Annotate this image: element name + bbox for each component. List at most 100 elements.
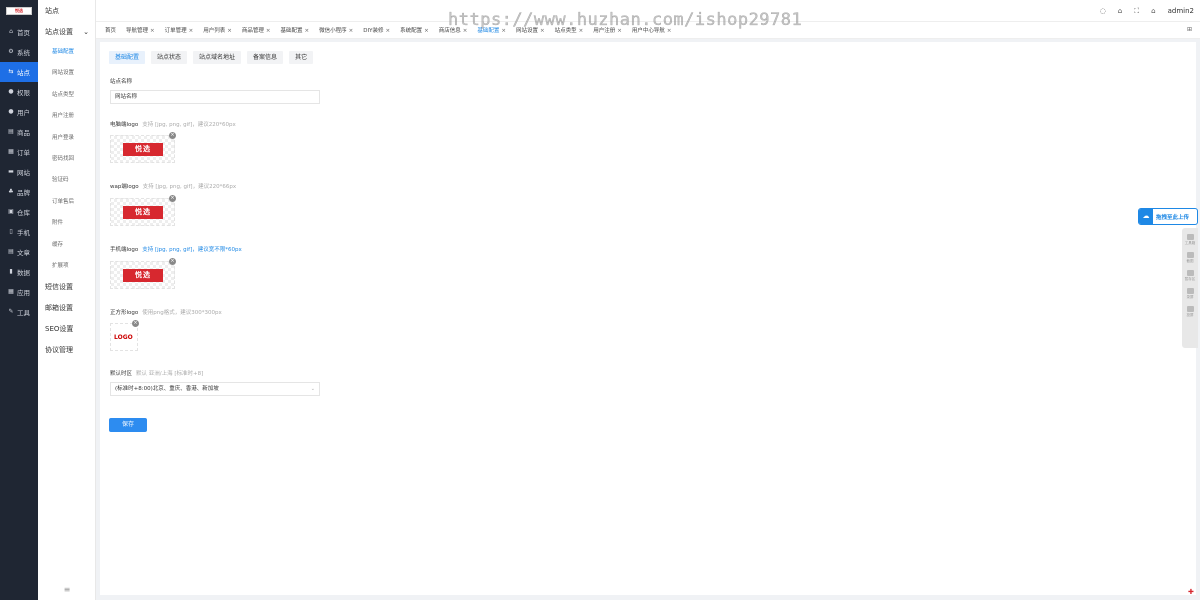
tab-7[interactable]: DIY装修 × <box>363 26 390 34</box>
side-tool-label: 工具箱 <box>1184 241 1196 245</box>
sidebar-item-12[interactable]: ▮ 数据 <box>0 262 38 282</box>
subtab-1[interactable]: 站点状态 <box>151 51 188 64</box>
submenu-leaf-10[interactable]: 扩展项 <box>38 256 95 277</box>
close-icon[interactable]: × <box>266 28 271 34</box>
timezone-hint: 默认 亚洲/上海 [标准时+8] <box>136 371 204 377</box>
home-link-icon[interactable]: ⌂ <box>1118 7 1122 15</box>
sidebar-item-10[interactable]: ▯ 手机 <box>0 222 38 242</box>
submenu-group-site-settings[interactable]: 站点设置 ⌄ <box>38 22 95 42</box>
app-logo-label-text: 手机端logo <box>110 247 139 253</box>
submenu-leaf-6[interactable]: 验证码 <box>38 170 95 191</box>
submenu-item-1[interactable]: 邮箱设置 <box>38 298 95 319</box>
submenu-item-0[interactable]: 短信设置 <box>38 277 95 298</box>
tab-5[interactable]: 基础配置 × <box>281 26 310 34</box>
tab-6[interactable]: 微信小程序 × <box>319 26 353 34</box>
app-logo-label: 手机端logo 支持 [jpg, png, gif]，建议宽不限*60px <box>110 245 242 253</box>
tab-label: 系统配置 <box>400 28 423 34</box>
app-logo-delete-icon[interactable]: × <box>169 258 176 265</box>
settings-subtabs: 基础配置 站点状态 站点域名地址 备案信息 其它 <box>109 51 314 64</box>
square-logo-delete-icon[interactable]: × <box>132 320 139 327</box>
tab-0[interactable]: 首页 <box>105 26 116 34</box>
submenu-leaf-1[interactable]: 网站设置 <box>38 63 95 84</box>
sidebar-item-4[interactable]: ● 用户 <box>0 102 38 122</box>
tabs-menu-icon[interactable]: ⊞ <box>1187 26 1192 33</box>
submenu-leaf-5[interactable]: 密码找回 <box>38 149 95 170</box>
sidebar-item-6[interactable]: ▦ 订单 <box>0 142 38 162</box>
save-button[interactable]: 保存 <box>109 418 147 432</box>
submenu-leaf-4[interactable]: 用户登录 <box>38 128 95 149</box>
sidebar-item-13[interactable]: ▦ 应用 <box>0 282 38 302</box>
sidebar-item-11[interactable]: ▤ 文章 <box>0 242 38 262</box>
submenu-leaf-8[interactable]: 附件 <box>38 213 95 234</box>
fullscreen-icon[interactable]: ⛶ <box>1134 7 1139 16</box>
side-tool-3[interactable]: 录屏 <box>1186 288 1194 300</box>
wap-logo-delete-icon[interactable]: × <box>169 195 176 202</box>
collapse-menu-icon[interactable]: ≡ <box>38 585 96 594</box>
close-icon[interactable]: × <box>349 28 354 34</box>
submenu-leaf-9[interactable]: 缓存 <box>38 235 95 256</box>
timezone-value: (标准时+8:00)北京、重庆、香港、新加坡 <box>115 386 219 392</box>
brand-logo[interactable]: 悦选 <box>0 0 38 22</box>
sidebar-item-14[interactable]: ✎ 工具 <box>0 302 38 322</box>
subtab-0[interactable]: 基础配置 <box>109 51 146 64</box>
skin-icon[interactable]: ◌ <box>1100 7 1106 15</box>
close-icon[interactable]: × <box>150 28 155 34</box>
tool-icon <box>1186 288 1194 294</box>
order-icon: ▦ <box>8 148 14 155</box>
sidebar-item-3[interactable]: ● 权限 <box>0 82 38 102</box>
sidebar-item-9[interactable]: ▣ 仓库 <box>0 202 38 222</box>
tab-label: 首页 <box>105 28 117 34</box>
bell-icon[interactable]: ⌂ <box>1151 7 1155 15</box>
subtab-3[interactable]: 备案信息 <box>247 51 284 64</box>
main-sidebar: 悦选 ⌂ 首页 ⚙ 系统 ⇆ 站点 ● 权限 ● 用户 ▤ 商品 ▦ 订单 ▬ 网站 ♣ 品牌 ▣ 仓库 ▯ 手机 ▤ 文章 ▮… <box>0 0 38 600</box>
submenu-item-3[interactable]: 协议管理 <box>38 340 95 361</box>
side-tool-0[interactable]: 工具箱 <box>1184 234 1196 246</box>
submenu-leaf-3[interactable]: 用户注册 <box>38 106 95 127</box>
pc-logo-delete-icon[interactable]: × <box>169 132 176 139</box>
timezone-select[interactable]: (标准时+8:00)北京、重庆、香港、新加坡 ⌄ <box>110 382 320 396</box>
submenu-leaf-7[interactable]: 订单售后 <box>38 192 95 213</box>
sidebar-item-7[interactable]: ▬ 网站 <box>0 162 38 182</box>
close-icon[interactable]: × <box>227 28 232 34</box>
submenu-item-2[interactable]: SEO设置 <box>38 319 95 340</box>
square-logo-upload[interactable]: LOGO <box>110 323 138 351</box>
app-corner-icon[interactable]: ✚ <box>1188 588 1196 596</box>
apps-icon: ▦ <box>8 288 14 295</box>
side-tool-2[interactable]: 暂存区 <box>1184 270 1196 282</box>
pc-logo-upload[interactable]: 悦选 <box>110 135 175 163</box>
sidebar-item-0[interactable]: ⌂ 首页 <box>0 22 38 42</box>
tool-icon <box>1186 270 1194 276</box>
tab-1[interactable]: 导航管理 × <box>126 26 155 34</box>
side-tool-4[interactable]: 投屏 <box>1186 306 1194 318</box>
submenu-leaf-0[interactable]: 基础配置 <box>38 42 95 63</box>
tab-8[interactable]: 系统配置 × <box>400 26 429 34</box>
side-tool-label: 录屏 <box>1186 295 1194 299</box>
tab-3[interactable]: 用户列表 × <box>203 26 232 34</box>
close-icon[interactable]: × <box>305 28 310 34</box>
warehouse-icon: ▣ <box>8 208 14 215</box>
tab-label: DIY装修 <box>363 28 384 34</box>
tab-2[interactable]: 订单管理 × <box>165 26 194 34</box>
submenu-leaf-2[interactable]: 站点类型 <box>38 85 95 106</box>
close-icon[interactable]: × <box>385 28 390 34</box>
close-icon[interactable]: × <box>189 28 194 34</box>
sidebar-item-2[interactable]: ⇆ 站点 <box>0 62 38 82</box>
drag-upload-button[interactable]: ☁ 拖拽至此上传 <box>1138 208 1198 225</box>
tab-4[interactable]: 商品管理 × <box>242 26 271 34</box>
sidebar-item-label: 站点 <box>17 69 30 77</box>
app-logo-upload[interactable]: 悦选 <box>110 261 175 289</box>
sidebar-item-1[interactable]: ⚙ 系统 <box>0 42 38 62</box>
side-tool-1[interactable]: 截图 <box>1186 252 1194 264</box>
close-icon[interactable]: × <box>424 28 429 34</box>
subtab-2[interactable]: 站点域名地址 <box>193 51 242 64</box>
tab-label: 商品管理 <box>241 28 264 34</box>
wap-logo-upload[interactable]: 悦选 <box>110 198 175 226</box>
site-name-input[interactable]: 网站名称 <box>110 90 320 104</box>
sidebar-item-5[interactable]: ▤ 商品 <box>0 122 38 142</box>
sidebar-item-8[interactable]: ♣ 品牌 <box>0 182 38 202</box>
chart-icon: ▮ <box>9 268 13 275</box>
side-tool-label: 暂存区 <box>1184 277 1196 281</box>
user-menu[interactable]: admin2 <box>1168 7 1194 15</box>
sidebar-item-label: 订单 <box>17 149 30 157</box>
subtab-4[interactable]: 其它 <box>289 51 314 64</box>
